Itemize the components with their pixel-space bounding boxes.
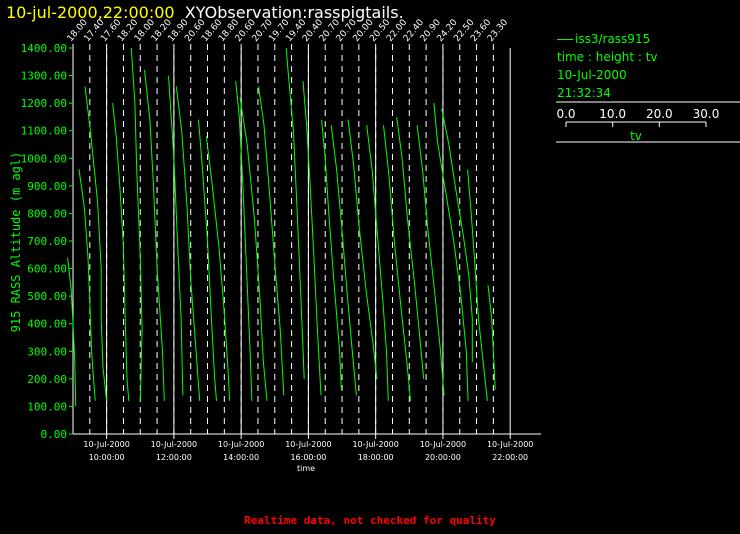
y-tick-label: 1100.00 bbox=[21, 125, 67, 138]
y-tick-label: 100.00 bbox=[27, 400, 67, 413]
pigtail-line bbox=[144, 70, 165, 401]
y-tick-label: 900.00 bbox=[27, 180, 67, 193]
x-tick-date: 10-Jul-2000 bbox=[151, 440, 197, 449]
quality-warning: Realtime data, not checked for quality bbox=[244, 514, 496, 527]
series-lines bbox=[67, 47, 496, 407]
pigtail-line bbox=[198, 119, 217, 401]
pigtail-line bbox=[487, 285, 496, 390]
x-tick-time: 10:00:00 bbox=[89, 453, 125, 462]
pigtail-line bbox=[366, 125, 389, 401]
legend-scale-title: tv bbox=[630, 129, 642, 143]
pigtail-line bbox=[433, 103, 469, 401]
pigtail-line bbox=[112, 103, 130, 401]
pigtail-line bbox=[67, 257, 77, 407]
pigtail-line bbox=[347, 119, 378, 379]
axes: 0.00 100.00 200.00 300.00 400.00 500.00 600.00… bbox=[21, 42, 541, 462]
x-tick-time: 14:00:00 bbox=[223, 453, 259, 462]
x-tick-time: 12:00:00 bbox=[156, 453, 192, 462]
pigtail-line bbox=[235, 81, 253, 401]
y-tick-label: 400.00 bbox=[27, 318, 67, 331]
legend-line-glyph bbox=[557, 39, 573, 40]
x-axis-label: time bbox=[297, 464, 315, 473]
x-tick-time: 18:00:00 bbox=[358, 453, 394, 462]
legend-line2: time : height : tv bbox=[557, 50, 658, 64]
x-tick-date: 10-Jul-2000 bbox=[218, 440, 264, 449]
y-tick-label: 1000.00 bbox=[21, 152, 67, 165]
timeline-guides bbox=[72, 44, 511, 434]
y-tick-label: 1200.00 bbox=[21, 97, 67, 110]
y-tick-label: 800.00 bbox=[27, 207, 67, 220]
legend-date: 10-Jul-2000 bbox=[557, 68, 627, 82]
x-tick-time: 20:00:00 bbox=[425, 453, 461, 462]
x-tick-date: 10-Jul-2000 bbox=[352, 440, 398, 449]
x-tick-time: 16:00:00 bbox=[290, 453, 326, 462]
pigtail-line bbox=[330, 125, 357, 396]
pigtail-line bbox=[175, 86, 201, 401]
pigtail-line bbox=[467, 169, 488, 401]
x-tick-date: 10-Jul-2000 bbox=[285, 440, 331, 449]
legend-scale: 0.0 10.0 20.0 30.0 tv bbox=[556, 101, 740, 143]
y-tick-label: 1300.00 bbox=[21, 70, 67, 83]
pigtail-line bbox=[441, 108, 473, 363]
pigtail-line bbox=[239, 97, 268, 401]
base-temperature-labels: 18.0017.4017.6018.2018.0018.2018.9020.60… bbox=[66, 18, 511, 44]
pigtail-line bbox=[396, 116, 425, 379]
legend-time: 21:32:34 bbox=[557, 86, 611, 100]
pigtail-line bbox=[78, 169, 96, 401]
y-tick-label: 1400.00 bbox=[21, 42, 67, 55]
legend-series-label: iss3/rass915 bbox=[575, 32, 651, 46]
legend-scale-tick-label: 30.0 bbox=[693, 107, 720, 121]
pigtail-line bbox=[285, 47, 305, 379]
legend-scale-tick-label: 20.0 bbox=[646, 107, 673, 121]
pigtail-line bbox=[205, 136, 231, 401]
x-tick-date: 10-Jul-2000 bbox=[420, 440, 466, 449]
legend-series: iss3/rass915 bbox=[557, 30, 658, 48]
pigtail-line bbox=[383, 125, 411, 401]
y-tick-label: 700.00 bbox=[27, 235, 67, 248]
x-tick-date: 10-Jul-2000 bbox=[83, 440, 129, 449]
y-tick-label: 0.00 bbox=[41, 428, 68, 441]
legend: iss3/rass915 time : height : tv 10-Jul-2… bbox=[557, 30, 658, 102]
pigtail-line bbox=[321, 119, 342, 390]
y-tick-label: 500.00 bbox=[27, 290, 67, 303]
pigtail-line bbox=[302, 81, 322, 396]
pigtail-line bbox=[84, 86, 108, 401]
x-tick-time: 22:00:00 bbox=[492, 453, 528, 462]
y-axis-label: 915 RASS Altitude (m agl) bbox=[9, 152, 23, 333]
legend-scale-tick-label: 0.0 bbox=[556, 107, 575, 121]
y-tick-label: 300.00 bbox=[27, 345, 67, 358]
legend-scale-tick-label: 10.0 bbox=[599, 107, 626, 121]
y-tick-label: 200.00 bbox=[27, 373, 67, 386]
x-tick-date: 10-Jul-2000 bbox=[487, 440, 533, 449]
y-tick-label: 600.00 bbox=[27, 263, 67, 276]
